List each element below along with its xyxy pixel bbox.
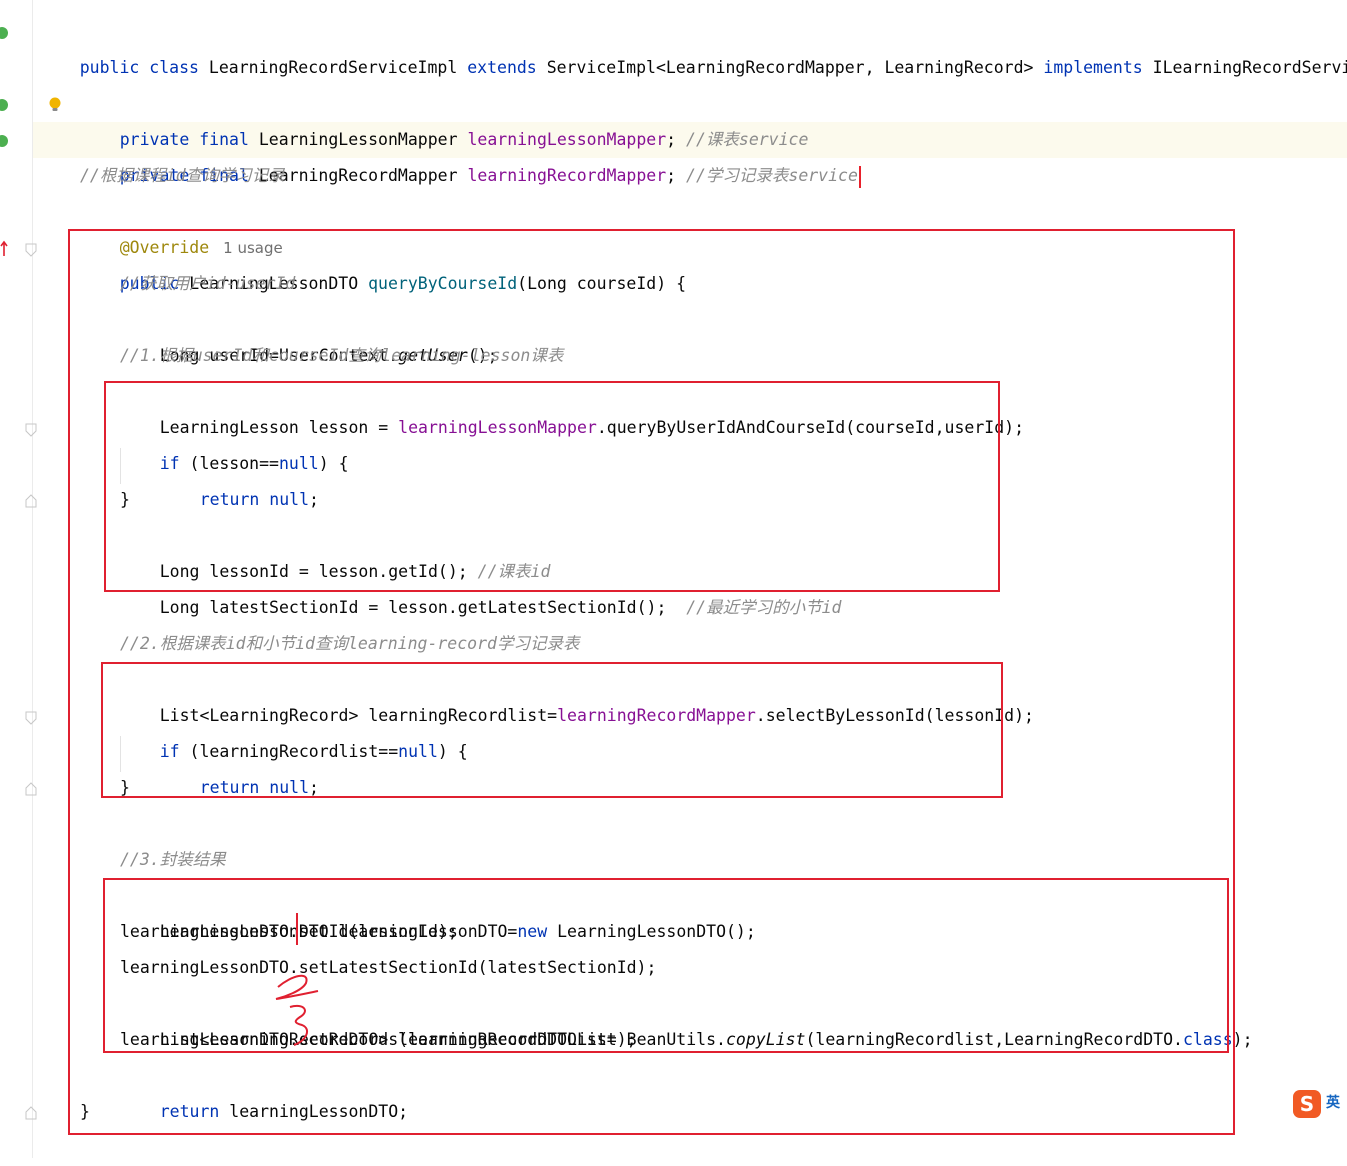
code-text: ); [1232,1030,1253,1049]
class-name: LearningRecordServiceImpl [208,58,458,77]
handwritten-scribble [275,913,319,1046]
sogou-logo-icon: S [1293,1090,1321,1118]
keyword: implements [1043,58,1143,77]
code-comment: //学习记录表service [686,166,858,185]
code-line-class-declaration[interactable]: public class LearningRecordServiceImpl e… [40,14,1347,77]
ime-language-label: 英 [1326,1095,1340,1111]
code-line-field-record-mapper[interactable]: private final LearningRecordMapper learn… [80,122,861,188]
keyword: class [149,58,199,77]
field-name: learningRecordMapper [467,166,667,185]
ime-indicator[interactable]: S 英 [1290,1088,1347,1120]
keyword: extends [467,58,537,77]
annotation-box-step1 [104,381,1000,592]
field-type: LearningRecordMapper [258,166,458,185]
code-comment[interactable]: //根据课程id查询学习记录 [80,158,285,194]
text-caret [858,165,861,188]
code-line-field-lesson-mapper[interactable]: private final LearningLessonMapper learn… [80,86,809,149]
parent-type: ServiceImpl<LearningRecordMapper, Learni… [546,58,1034,77]
interface-name: ILearningRecordService [1152,58,1347,77]
code-line-annotation[interactable]: @Override 1 usage [80,194,283,257]
semicolon: ; [666,166,677,185]
keyword: public [79,58,140,77]
annotation-box-step2 [101,662,1003,798]
